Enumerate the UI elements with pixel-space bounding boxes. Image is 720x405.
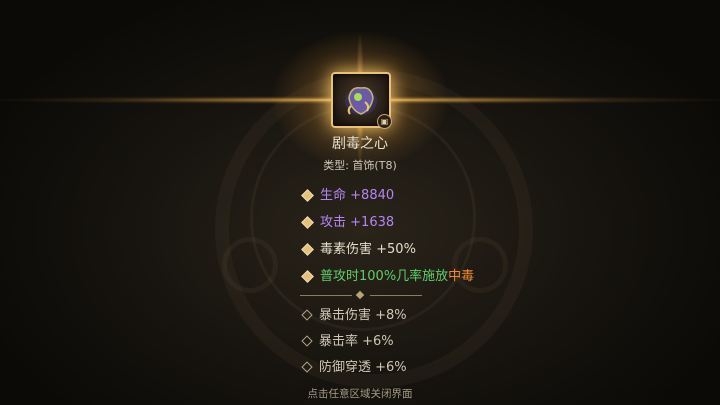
hollow-diamond-icon bbox=[301, 335, 313, 347]
stat-row-effect: 普攻时100%几率施放中毒 bbox=[300, 268, 474, 286]
sub-stat-row-crit-rate: 暴击率 +6% bbox=[300, 333, 394, 351]
item-detail-overlay[interactable]: ▣ 剧毒之心 类型: 首饰(T8) 生命 +8840 攻击 +1638 毒素伤害… bbox=[0, 0, 720, 405]
hollow-diamond-icon bbox=[301, 309, 313, 321]
sub-stat-defense-pen: 防御穿透 +6% bbox=[319, 360, 407, 375]
sub-stat-crit-rate: 暴击率 +6% bbox=[319, 334, 394, 349]
item-name: 剧毒之心 bbox=[332, 136, 388, 152]
poison-heart-icon bbox=[345, 86, 377, 115]
stat-row-atk: 攻击 +1638 bbox=[300, 214, 394, 232]
gold-diamond-icon bbox=[301, 242, 314, 256]
hollow-diamond-icon bbox=[301, 361, 313, 373]
gold-diamond-icon bbox=[301, 215, 314, 229]
effect-description: 普攻时100%几率施放 bbox=[320, 269, 449, 284]
stat-row-poison: 毒素伤害 +50% bbox=[300, 241, 416, 259]
sub-stat-crit-damage: 暴击伤害 +8% bbox=[319, 308, 407, 323]
stat-atk-value: +1638 bbox=[350, 215, 395, 230]
section-divider bbox=[300, 290, 422, 300]
lock-icon: ▣ bbox=[377, 114, 392, 129]
background-left-emblem bbox=[222, 237, 278, 293]
stat-atk-label: 攻击 bbox=[320, 215, 347, 230]
effect-keyword: 中毒 bbox=[448, 269, 475, 284]
stat-hp-value: +8840 bbox=[350, 188, 395, 203]
stat-hp-label: 生命 bbox=[320, 188, 347, 203]
close-hint: 点击任意区域关闭界面 bbox=[307, 388, 413, 400]
item-type: 类型: 首饰(T8) bbox=[323, 159, 397, 172]
sub-stat-row-crit-damage: 暴击伤害 +8% bbox=[300, 307, 407, 325]
stat-poison-damage: 毒素伤害 +50% bbox=[320, 242, 416, 257]
sub-stat-row-defense-pen: 防御穿透 +6% bbox=[300, 359, 407, 377]
gold-diamond-icon bbox=[301, 188, 314, 202]
stat-row-hp: 生命 +8840 bbox=[300, 187, 394, 205]
gold-diamond-icon bbox=[301, 269, 314, 283]
item-icon-frame: ▣ bbox=[331, 72, 392, 129]
